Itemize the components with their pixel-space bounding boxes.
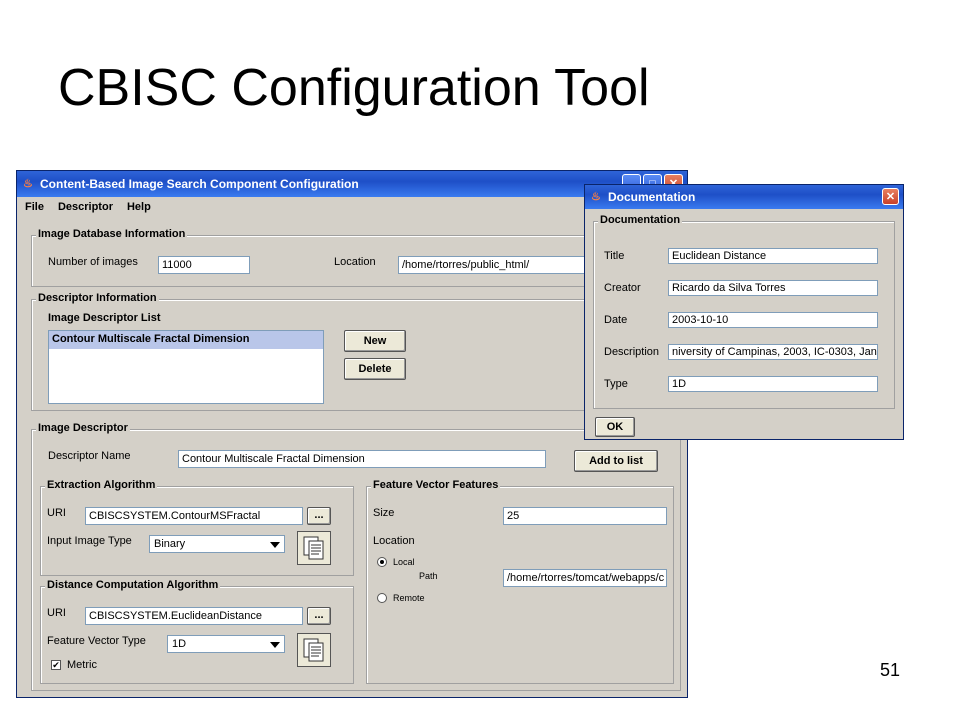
- feature-vector-group-title: Feature Vector Features: [371, 479, 501, 491]
- extraction-uri-label: URI: [47, 507, 66, 519]
- doc-type-field[interactable]: 1D: [668, 376, 878, 392]
- extraction-group-title: Extraction Algorithm: [45, 479, 158, 491]
- image-db-group-title: Image Database Information: [36, 228, 188, 240]
- feature-vector-type-select[interactable]: 1D: [167, 635, 285, 653]
- menu-file[interactable]: File: [25, 201, 44, 213]
- slide-title: CBISC Configuration Tool: [58, 59, 650, 117]
- remote-label: Remote: [393, 593, 425, 603]
- input-image-type-value: Binary: [154, 538, 186, 550]
- page-number: 51: [880, 660, 901, 680]
- doc-description-label: Description: [604, 346, 660, 358]
- extraction-group: Extraction Algorithm URI CBISCSYSTEM.Con…: [40, 479, 354, 576]
- extraction-docs-button[interactable]: [297, 531, 331, 565]
- feature-vector-type-label: Feature Vector Type: [47, 635, 146, 647]
- size-label: Size: [373, 507, 395, 519]
- doc-creator-field[interactable]: Ricardo da Silva Torres: [668, 280, 878, 296]
- num-images-label: Number of images: [48, 256, 138, 268]
- path-field[interactable]: /home/rtorres/tomcat/webapps/c: [503, 569, 667, 587]
- descriptor-list-title: Image Descriptor List: [48, 312, 161, 324]
- distance-uri-field[interactable]: CBISCSYSTEM.EuclideanDistance: [85, 607, 303, 625]
- documentation-window: ♨ Documentation ✕ Documentation Title Eu…: [584, 184, 904, 440]
- distance-group: Distance Computation Algorithm URI CBISC…: [40, 579, 354, 684]
- fv-location-label: Location: [373, 535, 415, 547]
- image-descriptor-group-title: Image Descriptor: [36, 422, 130, 434]
- java-app-icon: ♨: [591, 191, 601, 203]
- size-field[interactable]: 25: [503, 507, 667, 525]
- num-images-field[interactable]: 11000: [158, 256, 250, 274]
- extraction-browse-button[interactable]: ...: [307, 507, 331, 525]
- documentation-window-titlebar[interactable]: ♨ Documentation ✕: [585, 185, 903, 209]
- documents-icon: [303, 536, 324, 560]
- doc-date-field[interactable]: 2003-10-10: [668, 312, 878, 328]
- doc-window-title: Documentation: [608, 190, 696, 204]
- add-to-list-button[interactable]: Add to list: [574, 450, 658, 472]
- java-app-icon: ♨: [23, 178, 33, 190]
- feature-vector-group: Feature Vector Features Size 25 Location…: [366, 479, 674, 684]
- remote-radio[interactable]: [377, 593, 387, 603]
- local-label: Local: [393, 557, 415, 567]
- window-title: Content-Based Image Search Component Con…: [40, 177, 359, 191]
- documentation-group-title: Documentation: [598, 214, 683, 226]
- input-image-type-label: Input Image Type: [47, 535, 132, 547]
- doc-title-field[interactable]: Euclidean Distance: [668, 248, 878, 264]
- documents-icon: [303, 638, 324, 662]
- doc-type-label: Type: [604, 378, 628, 390]
- menu-descriptor[interactable]: Descriptor: [58, 201, 113, 213]
- extraction-uri-field[interactable]: CBISCSYSTEM.ContourMSFractal: [85, 507, 303, 525]
- distance-uri-label: URI: [47, 607, 66, 619]
- location-label: Location: [334, 256, 376, 268]
- metric-checkbox[interactable]: ✔: [51, 660, 61, 670]
- ok-button[interactable]: OK: [595, 417, 635, 437]
- metric-label: Metric: [67, 659, 97, 671]
- close-icon[interactable]: ✕: [882, 188, 899, 205]
- local-radio[interactable]: [377, 557, 387, 567]
- descriptor-name-field[interactable]: Contour Multiscale Fractal Dimension: [178, 450, 546, 468]
- delete-button[interactable]: Delete: [344, 358, 406, 380]
- doc-date-label: Date: [604, 314, 628, 326]
- doc-description-field[interactable]: niversity of Campinas, 2003, IC-0303, Ja…: [668, 344, 878, 360]
- input-image-type-select[interactable]: Binary: [149, 535, 285, 553]
- image-descriptor-group: Image Descriptor Descriptor Name Contour…: [31, 422, 681, 691]
- distance-group-title: Distance Computation Algorithm: [45, 579, 221, 591]
- descriptor-name-label: Descriptor Name: [48, 450, 131, 462]
- doc-creator-label: Creator: [604, 282, 641, 294]
- chevron-down-icon: [270, 542, 280, 548]
- location-field[interactable]: /home/rtorres/public_html/: [398, 256, 588, 274]
- descriptor-info-group-title: Descriptor Information: [36, 292, 159, 304]
- list-item[interactable]: Contour Multiscale Fractal Dimension: [49, 331, 323, 349]
- path-label: Path: [419, 571, 438, 581]
- documentation-group: Documentation Title Euclidean Distance C…: [593, 214, 895, 409]
- distance-docs-button[interactable]: [297, 633, 331, 667]
- menu-help[interactable]: Help: [127, 201, 151, 213]
- chevron-down-icon: [270, 642, 280, 648]
- descriptor-list[interactable]: Contour Multiscale Fractal Dimension: [48, 330, 324, 404]
- new-button[interactable]: New: [344, 330, 406, 352]
- doc-title-label: Title: [604, 250, 625, 262]
- distance-browse-button[interactable]: ...: [307, 607, 331, 625]
- feature-vector-type-value: 1D: [172, 638, 187, 650]
